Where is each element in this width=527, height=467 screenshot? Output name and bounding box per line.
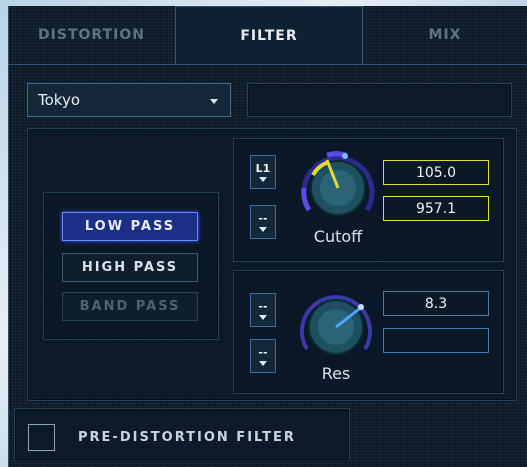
cutoff-mod-source-2[interactable]: -- [250,205,276,239]
res-mod-amount-field[interactable] [383,328,489,353]
chevron-down-icon [259,176,267,182]
res-knob[interactable] [294,285,378,369]
res-mod-source-2[interactable]: -- [250,339,276,373]
cutoff-knob-mod-dot [342,153,348,159]
tab-filter[interactable]: FILTER [175,6,363,64]
tab-distortion[interactable]: DISTORTION [8,6,175,64]
res-mod-source-1-label: -- [258,299,268,313]
low-pass-button[interactable]: LOW PASS [62,212,198,241]
pre-distortion-label: PRE-DISTORTION FILTER [78,430,296,445]
cutoff-label: Cutoff [313,227,363,246]
tab-divider [8,64,527,65]
cutoff-value-field[interactable]: 105.0 [383,160,489,185]
cutoff-mod-amount-field[interactable]: 957.1 [383,196,489,221]
tab-bar: DISTORTION FILTER MIX [8,6,527,64]
tab-mix[interactable]: MIX [363,6,527,64]
preset-dropdown-value: Tokyo [38,91,80,109]
res-label: Res [321,364,351,383]
res-mod-source-1[interactable]: -- [250,293,276,327]
pre-distortion-checkbox[interactable] [28,424,55,451]
chevron-down-icon [259,314,267,320]
chevron-down-icon [210,99,218,104]
cutoff-mod-source-1[interactable]: L1 [250,155,276,189]
res-mod-source-2-label: -- [258,345,268,359]
chevron-down-icon [259,226,267,232]
high-pass-button[interactable]: HIGH PASS [62,253,198,282]
preset-dropdown[interactable]: Tokyo [27,83,231,117]
cutoff-mod-source-2-label: -- [258,211,268,225]
chevron-down-icon [259,360,267,366]
cutoff-knob[interactable] [296,146,380,230]
band-pass-button[interactable]: BAND PASS [62,292,198,321]
res-knob-indicator-dot [358,304,364,310]
res-value-field[interactable]: 8.3 [383,291,489,316]
cutoff-mod-source-1-label: L1 [255,161,271,175]
preset-info-area [247,83,512,117]
